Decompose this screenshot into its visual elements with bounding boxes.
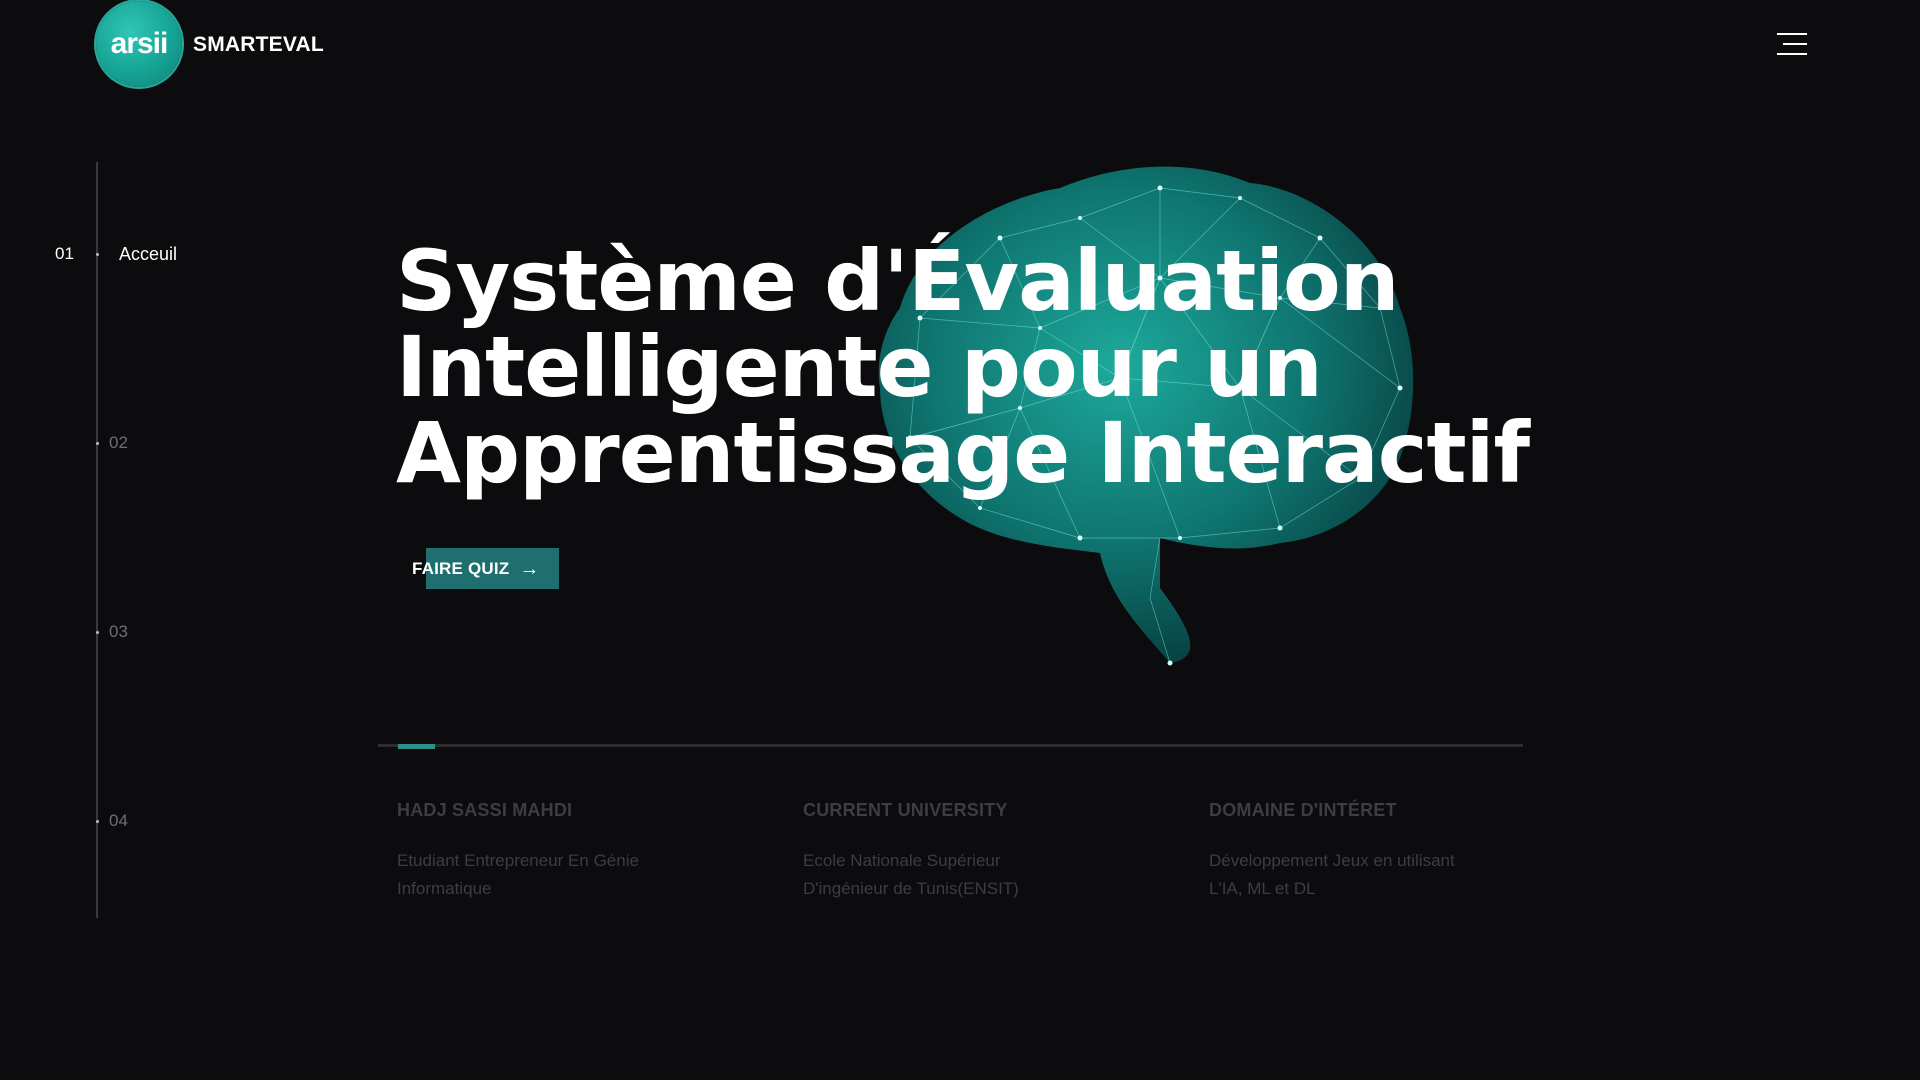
hamburger-menu-icon[interactable] (1777, 33, 1807, 55)
side-nav-line (96, 162, 98, 918)
page: arsii SMARTEVAL 01 Acceuil 02 03 04 Syst… (0, 0, 1920, 1080)
faire-quiz-button[interactable]: FAIRE QUIZ → (412, 559, 540, 579)
info-text: Etudiant Entrepreneur En Génie Informati… (397, 847, 727, 903)
side-nav-dot (96, 820, 99, 823)
info-heading: HADJ SASSI MAHDI (397, 800, 573, 820)
hero-title-line: Intelligente pour un (396, 318, 1323, 416)
hero-title: Système d'Évaluation Intelligente pour u… (396, 238, 1576, 496)
hero-title-line: Apprentissage Interactif (396, 404, 1530, 502)
logo-text: arsii (110, 27, 169, 60)
hero-title-line: Système d'Évaluation (396, 232, 1400, 330)
info-column-domain: DOMAINE D'INTÉRET Développement Jeux en … (1209, 800, 1539, 903)
info-text-line: Informatique (397, 879, 492, 898)
info-heading: CURRENT UNIVERSITY (803, 800, 1008, 820)
info-column-university: CURRENT UNIVERSITY Ecole Nationale Supér… (803, 800, 1133, 903)
info-text-line: Etudiant Entrepreneur En Génie (397, 851, 639, 870)
side-nav-dot (96, 253, 99, 256)
side-nav-number-02[interactable]: 02 (109, 433, 128, 453)
slide-progress-track (378, 744, 1523, 747)
side-nav-number-01[interactable]: 01 (55, 244, 74, 264)
side-nav-number-03[interactable]: 03 (109, 622, 128, 642)
slide-progress-fill (398, 744, 435, 749)
brand-name[interactable]: SMARTEVAL (193, 33, 324, 57)
info-text-line: L'IA, ML et DL (1209, 879, 1316, 898)
info-heading: DOMAINE D'INTÉRET (1209, 800, 1397, 820)
info-text-line: Développement Jeux en utilisant (1209, 851, 1455, 870)
info-column-name: HADJ SASSI MAHDI Etudiant Entrepreneur E… (397, 800, 727, 903)
side-nav-dot (96, 631, 99, 634)
faire-quiz-label: FAIRE QUIZ (412, 559, 510, 578)
logo[interactable]: arsii (96, 1, 182, 87)
info-text: Ecole Nationale Supérieur D'ingénieur de… (803, 847, 1133, 903)
side-nav-dot (96, 442, 99, 445)
side-nav-label-acceuil[interactable]: Acceuil (119, 244, 177, 265)
info-text: Développement Jeux en utilisant L'IA, ML… (1209, 847, 1539, 903)
info-text-line: Ecole Nationale Supérieur (803, 851, 1001, 870)
arrow-right-icon: → (519, 557, 540, 580)
info-text-line: D'ingénieur de Tunis(ENSIT) (803, 879, 1019, 898)
side-nav-number-04[interactable]: 04 (109, 811, 128, 831)
